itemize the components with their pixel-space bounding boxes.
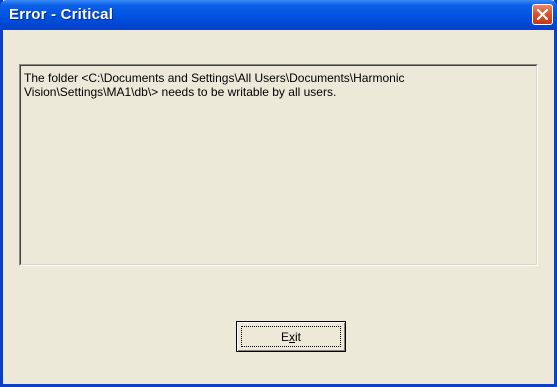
message-panel-inner: The folder <C:\Documents and Settings\Al… bbox=[20, 65, 537, 265]
message-panel: The folder <C:\Documents and Settings\Al… bbox=[19, 64, 538, 266]
title-bar[interactable]: Error - Critical bbox=[0, 0, 557, 30]
exit-button[interactable]: Exit bbox=[236, 321, 346, 352]
exit-label-prefix: E bbox=[280, 330, 289, 344]
window-title: Error - Critical bbox=[9, 6, 114, 23]
close-button[interactable] bbox=[532, 4, 553, 25]
error-message: The folder <C:\Documents and Settings\Al… bbox=[24, 71, 405, 99]
exit-label-suffix: it bbox=[295, 330, 301, 344]
dialog-client-area: The folder <C:\Documents and Settings\Al… bbox=[3, 30, 554, 384]
error-dialog: Error - Critical The folder <C:\Document… bbox=[0, 0, 557, 387]
exit-button-label: Exit bbox=[237, 330, 345, 344]
close-icon bbox=[536, 8, 549, 21]
